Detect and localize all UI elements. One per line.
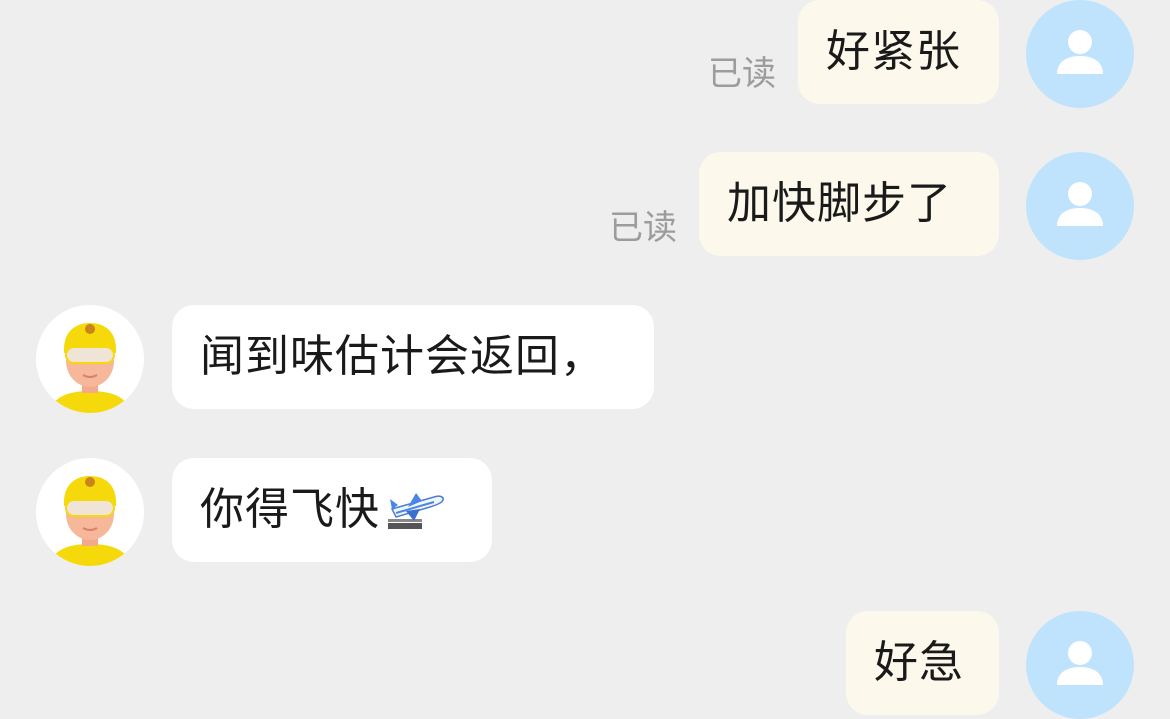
user-avatar[interactable] xyxy=(1026,0,1134,108)
user-avatar[interactable] xyxy=(1026,611,1134,719)
courier-avatar[interactable] xyxy=(36,458,144,566)
read-receipt: 已读 xyxy=(708,54,776,94)
airplane-icon xyxy=(388,493,444,529)
courier-avatar[interactable] xyxy=(36,305,144,413)
user-icon xyxy=(1057,30,1103,74)
message-row: 你得飞快 xyxy=(0,458,1170,566)
message-bubble[interactable]: 闻到味估计会返回， xyxy=(172,305,654,409)
user-icon xyxy=(1057,182,1103,226)
message-bubble[interactable]: 好紧张 xyxy=(798,0,999,104)
message-bubble[interactable]: 好急 xyxy=(846,611,999,715)
message-row: 已读 好紧张 xyxy=(0,0,1170,108)
chat-message-list[interactable]: 已读 好紧张 已读 加快脚步了 闻到味估计会返回， 你得飞快 好急 xyxy=(0,0,1170,719)
message-bubble[interactable]: 你得飞快 xyxy=(172,458,492,562)
message-text: 你得飞快 xyxy=(200,484,380,535)
courier-avatar-icon xyxy=(36,305,144,413)
message-row: 已读 加快脚步了 xyxy=(0,152,1170,260)
read-receipt: 已读 xyxy=(609,208,677,248)
message-row: 好急 xyxy=(0,611,1170,719)
user-icon xyxy=(1057,641,1103,685)
message-row: 闻到味估计会返回， xyxy=(0,305,1170,413)
message-bubble[interactable]: 加快脚步了 xyxy=(699,152,999,256)
courier-avatar-icon xyxy=(36,458,144,566)
user-avatar[interactable] xyxy=(1026,152,1134,260)
